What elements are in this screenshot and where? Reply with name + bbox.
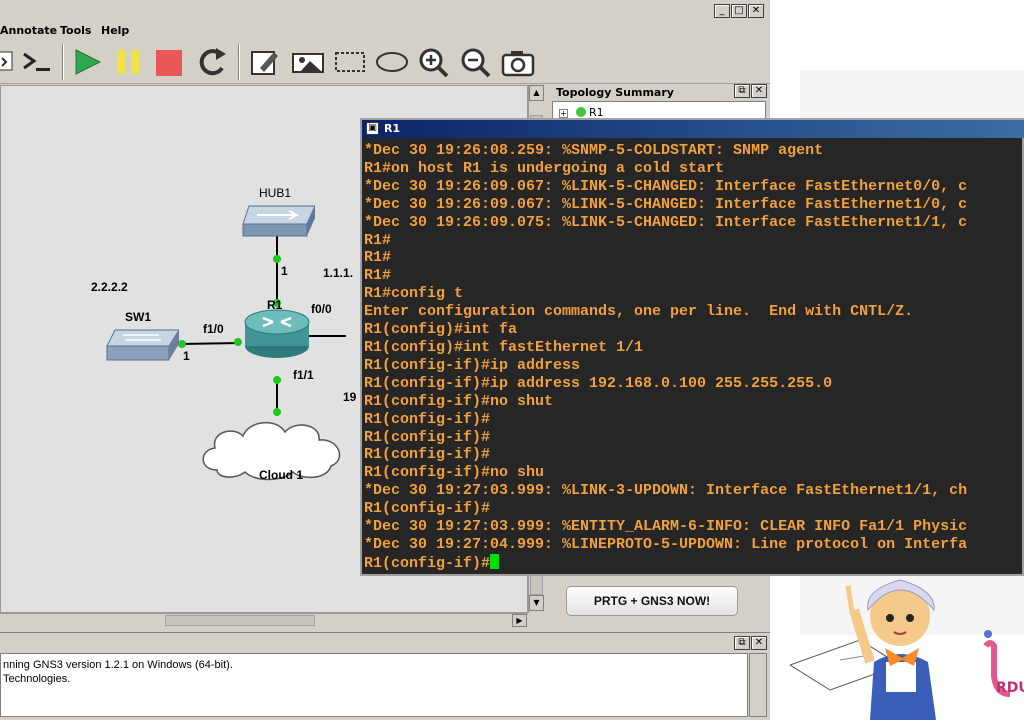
terminal-prompt-line[interactable]: R1(config-if)# <box>364 553 1024 573</box>
mascot-image: RDU <box>788 570 1024 724</box>
console-output: nning GNS3 version 1.2.1 on Windows (64-… <box>0 653 748 717</box>
menu-help[interactable]: Help <box>101 24 129 37</box>
terminal-lines: *Dec 30 19:26:08.259: %SNMP-5-COLDSTART:… <box>364 142 1024 554</box>
terminal-body[interactable]: *Dec 30 19:26:08.259: %SNMP-5-COLDSTART:… <box>362 140 1024 574</box>
maximize-button[interactable]: □ <box>731 4 747 18</box>
scroll-down-icon[interactable]: ▼ <box>529 595 544 611</box>
stop-icon[interactable] <box>152 44 190 80</box>
hub1-node[interactable] <box>241 204 316 242</box>
reload-icon[interactable] <box>194 44 232 80</box>
console-close-button[interactable]: ✕ <box>751 636 767 650</box>
terminal-line: *Dec 30 19:26:09.067: %LINK-5-CHANGED: I… <box>364 195 968 213</box>
toolbar-separator <box>62 44 64 80</box>
terminal-line: R1# <box>364 267 392 285</box>
terminal-line: *Dec 30 19:26:09.075: %LINK-5-CHANGED: I… <box>364 213 968 231</box>
terminal-line: R1#on host R1 is undergoing a cold start <box>364 159 725 177</box>
r1-f00-label: f0/0 <box>311 302 332 316</box>
hscroll-thumb[interactable] <box>165 615 315 626</box>
terminal-line: R1(config-if)#ip address 192.168.0.100 2… <box>364 374 833 392</box>
r1-f11-label: f1/1 <box>293 368 314 382</box>
terminal-line: *Dec 30 19:27:03.999: %ENTITY_ALARM-6-IN… <box>364 518 968 536</box>
terminal-line: R1# <box>364 249 392 267</box>
image-icon[interactable] <box>290 44 328 80</box>
terminal-line: Enter configuration commands, one per li… <box>364 303 914 321</box>
console-line: Technologies. <box>3 673 71 685</box>
console-dock: ⧉ ✕ nning GNS3 version 1.2.1 on Windows … <box>0 632 770 720</box>
zoom-out-icon[interactable] <box>458 44 496 80</box>
dock-close-button[interactable]: ✕ <box>751 84 767 98</box>
menu-annotate[interactable]: Annotate <box>0 24 57 37</box>
router-r1-node[interactable] <box>243 308 311 364</box>
terminal-line: *Dec 30 19:26:08.259: %SNMP-5-COLDSTART:… <box>364 142 824 159</box>
console-scrollbar[interactable] <box>749 653 767 717</box>
console-line: nning GNS3 version 1.2.1 on Windows (64-… <box>3 659 233 671</box>
menubar: Annotate Tools Help <box>0 22 770 40</box>
scroll-up-icon[interactable]: ▲ <box>529 85 544 101</box>
terminal-line: R1(config-if)# <box>364 428 491 446</box>
terminal-cursor <box>490 553 500 569</box>
ip-label-left: 2.2.2.2 <box>91 280 128 294</box>
status-green-icon <box>575 107 586 117</box>
toolbar-separator <box>238 44 240 80</box>
terminal-app-icon: ▣ <box>366 122 379 135</box>
toolbar <box>0 40 770 84</box>
prtg-promo-button[interactable]: PRTG + GNS3 NOW! <box>566 586 738 616</box>
zoom-in-icon[interactable] <box>416 44 454 80</box>
terminal-line: R1# <box>364 231 392 249</box>
ip-label-partial: 19 <box>343 390 357 404</box>
terminal-titlebar: ▣ R1 <box>362 120 1024 138</box>
terminal-line: R1(config)#int fastEthernet 1/1 <box>364 338 644 356</box>
window-titlebar: _ □ ✕ <box>0 0 770 22</box>
close-button[interactable]: ✕ <box>748 4 764 18</box>
console-float-button[interactable]: ⧉ <box>734 636 750 650</box>
scroll-right-icon[interactable]: ▶ <box>512 614 527 627</box>
sw1-label: SW1 <box>125 310 152 324</box>
r1-f10-label: f1/0 <box>203 322 224 336</box>
terminal-line: *Dec 30 19:26:09.067: %LINK-5-CHANGED: I… <box>364 177 968 195</box>
terminal-icon[interactable] <box>18 44 56 80</box>
console-all-icon[interactable] <box>0 44 18 80</box>
terminal-line: R1(config-if)#ip address <box>364 356 581 374</box>
terminal-line: *Dec 30 19:27:03.999: %LINK-3-UPDOWN: In… <box>364 482 968 500</box>
start-icon[interactable] <box>68 44 106 80</box>
terminal-line: R1(config-if)#no shut <box>364 392 554 410</box>
sw1-node[interactable] <box>105 328 180 366</box>
logo-text: RDU <box>996 680 1024 696</box>
terminal-title: R1 <box>384 122 401 135</box>
hub1-label: HUB1 <box>259 186 292 200</box>
cloud1-label: Cloud 1 <box>259 468 303 482</box>
terminal-line: R1(config-if)#no shu <box>364 464 545 482</box>
note-icon[interactable] <box>246 44 284 80</box>
terminal-line: R1(config-if)# <box>364 500 491 518</box>
rectangle-icon[interactable] <box>332 44 370 80</box>
menu-tools[interactable]: Tools <box>60 24 91 37</box>
terminal-line: R1#config t <box>364 285 464 303</box>
ellipse-icon[interactable] <box>374 44 412 80</box>
sw1-port-label: 1 <box>183 349 190 363</box>
ip-label-right: 1.1.1. <box>323 266 354 280</box>
router-r1-label: R1 <box>267 298 283 312</box>
terminal-prompt: R1(config-if)# <box>364 554 491 572</box>
hub1-port-label: 1 <box>281 264 288 278</box>
dock-float-button[interactable]: ⧉ <box>734 84 750 98</box>
canvas-horizontal-scrollbar[interactable]: ▶ <box>0 613 528 627</box>
expand-icon[interactable]: + <box>559 109 568 118</box>
screenshot-icon[interactable] <box>500 44 538 80</box>
terminal-line: R1(config-if)# <box>364 410 491 428</box>
minimize-button[interactable]: _ <box>714 4 730 18</box>
terminal-line: R1(config)#int fa <box>364 321 518 339</box>
r1-terminal-window[interactable]: ▣ R1 *Dec 30 19:26:08.259: %SNMP-5-COLDS… <box>360 118 1024 576</box>
pause-icon[interactable] <box>110 44 148 80</box>
terminal-line: R1(config-if)# <box>364 446 491 464</box>
terminal-line: *Dec 30 19:27:04.999: %LINEPROTO-5-UPDOW… <box>364 535 968 553</box>
